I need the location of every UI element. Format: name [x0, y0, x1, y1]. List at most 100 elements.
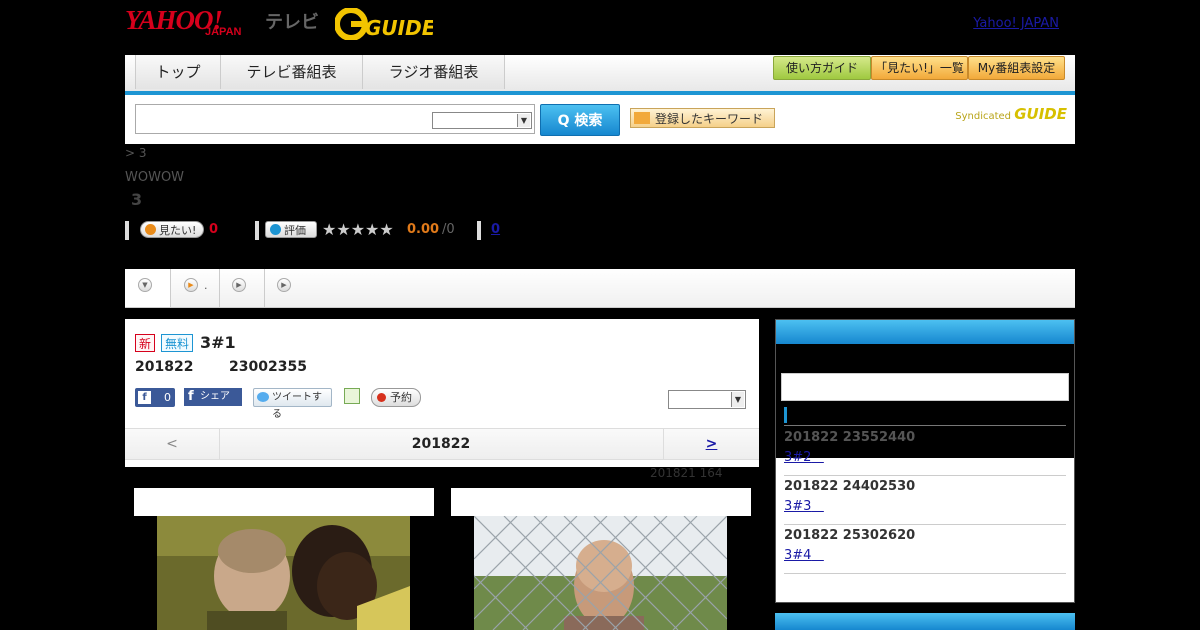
- syndicated-logo-text: GUIDE: [1014, 105, 1067, 123]
- tab-reviews[interactable]: ▶: [220, 269, 265, 307]
- facebook-icon: f: [188, 389, 194, 404]
- play-icon: ▶: [232, 278, 246, 292]
- section-marker: [784, 407, 787, 423]
- channel-name: WOWOW: [125, 170, 185, 185]
- chevron-down-icon: ▼: [731, 392, 744, 407]
- divider: [784, 425, 1066, 426]
- plus-icon: [145, 224, 156, 235]
- tab-separator-dot: .: [204, 279, 208, 292]
- reserve-label: 予約: [390, 391, 412, 404]
- rating-stars: ★★★★★: [322, 220, 394, 239]
- date-pager: < 201822 >: [125, 428, 759, 460]
- chevron-down-icon: ▼: [517, 114, 530, 127]
- global-nav: トップ テレビ番組表 ラジオ番組表 使い方ガイド 「見たい!」一覧 My番組表設…: [125, 55, 1075, 95]
- divider: [784, 524, 1066, 525]
- reserve-button[interactable]: 予約: [371, 388, 421, 407]
- breadcrumb[interactable]: > 3: [125, 146, 147, 160]
- keyword-icon: [634, 112, 650, 124]
- list-item-date: 201822 25302620: [784, 528, 916, 543]
- rate-button-label: 評価: [284, 224, 306, 237]
- search-category-select[interactable]: ▼: [432, 112, 532, 129]
- want-count: 0: [209, 222, 219, 237]
- list-item-link-text: 3#3: [784, 499, 812, 514]
- new-badge: 新: [135, 334, 156, 352]
- divider: [125, 221, 129, 240]
- rating-count: /0: [442, 222, 455, 237]
- divider: [784, 573, 1066, 574]
- episode-title: 3#1: [200, 333, 236, 352]
- list-item-link-text: 3#2: [784, 450, 812, 465]
- play-icon: ▶: [277, 278, 291, 292]
- page-container: YAHOO! JAPAN テレビ GUIDE Yahoo! JAPAN トップ …: [125, 0, 1075, 630]
- tv-logo-text: テレビ: [265, 12, 319, 33]
- want-list-button[interactable]: 「見たい!」一覧: [871, 56, 968, 80]
- record-icon: [377, 393, 386, 402]
- program-actions: 見たい! 0 評価 ★★★★★ 0.00 /0 0: [125, 221, 575, 241]
- guide-button[interactable]: 使い方ガイド: [773, 56, 871, 80]
- content-tabs: ▼ ▶. ▶ ▶: [125, 269, 1075, 308]
- list-item-link[interactable]: 3#2: [784, 450, 1066, 465]
- search-bar: ▼ Q 検索 登録したキーワード Syndicated GUIDE: [125, 95, 1075, 144]
- g-guide-logo-mark: GUIDE: [334, 7, 436, 41]
- tweet-label: ツイートする: [272, 392, 322, 420]
- episode-select[interactable]: ▼: [668, 390, 746, 409]
- list-item-date: 201822 24402530: [784, 479, 916, 494]
- gift-icon[interactable]: [344, 388, 360, 404]
- play-icon: ▶: [184, 278, 198, 292]
- sidebar-header-next: [775, 613, 1075, 630]
- comment-count-link[interactable]: 0: [491, 222, 500, 237]
- my-schedule-settings-button[interactable]: My番組表設定: [968, 56, 1065, 80]
- list-item: 201822 25302620 3#4: [784, 528, 1066, 563]
- episode-panel: 新 無料 3#1 201822 23002355 f0 f シェア ツイートする …: [125, 319, 759, 467]
- g-guide-logo[interactable]: GUIDE: [334, 7, 436, 41]
- registered-keywords-button[interactable]: 登録したキーワード: [630, 108, 775, 128]
- pager-next-button[interactable]: >: [663, 429, 759, 459]
- page-title: 3: [131, 190, 143, 209]
- want-button[interactable]: 見たい!: [140, 221, 204, 238]
- sidebar-panel: 201822 23552440 3#2 201822 24402530 3#3 …: [775, 319, 1075, 603]
- episode-photo: [157, 516, 410, 630]
- episode-date: 201822: [135, 359, 194, 375]
- facebook-icon: f: [138, 391, 151, 404]
- episode-image-card[interactable]: [451, 488, 751, 630]
- facebook-share-label: シェア: [200, 391, 230, 402]
- divider: [784, 475, 1066, 476]
- list-item-link-text: 3#4: [784, 548, 812, 563]
- divider: [477, 221, 481, 240]
- nav-tab-radio-schedule[interactable]: ラジオ番組表: [362, 55, 505, 89]
- nav-tab-top[interactable]: トップ: [135, 55, 221, 89]
- yahoo-japan-text: JAPAN: [205, 26, 242, 38]
- list-item-link[interactable]: 3#4: [784, 548, 1066, 563]
- free-badge: 無料: [161, 334, 194, 352]
- plus-icon: [270, 224, 281, 235]
- rating-value: 0.00: [407, 222, 440, 237]
- card-header: [451, 488, 751, 516]
- want-button-label: 見たい!: [159, 224, 197, 237]
- syndicated-label: Syndicated: [955, 111, 1012, 122]
- search-button[interactable]: Q 検索: [540, 104, 620, 136]
- episode-photo: [474, 516, 727, 630]
- card-header: [134, 488, 434, 516]
- list-item-date: 201822 23552440: [784, 430, 916, 445]
- tab-related[interactable]: ▶: [265, 269, 309, 307]
- chevron-down-icon: ▼: [138, 278, 152, 292]
- nav-tab-tv-schedule[interactable]: テレビ番組表: [220, 55, 363, 89]
- rate-button[interactable]: 評価: [265, 221, 317, 238]
- syndicated-g-guide-logo: Syndicated GUIDE: [955, 105, 1067, 123]
- tweet-button[interactable]: ツイートする: [253, 388, 332, 420]
- list-item-link[interactable]: 3#3: [784, 499, 1066, 514]
- episode-image-card[interactable]: [134, 488, 434, 630]
- facebook-like-button[interactable]: f0: [135, 388, 175, 407]
- list-item: 201822 24402530 3#3: [784, 479, 1066, 514]
- facebook-share-button[interactable]: f シェア: [184, 388, 242, 406]
- sidebar-field: [781, 373, 1069, 401]
- sidebar-header: [776, 320, 1074, 344]
- twitter-bird-icon: [257, 392, 269, 402]
- yahoo-japan-link[interactable]: Yahoo! JAPAN: [973, 16, 1059, 31]
- tab-episodes[interactable]: ▶.: [171, 269, 220, 307]
- tab-program-info[interactable]: ▼: [125, 269, 171, 307]
- list-item: 201822 23552440 3#2: [784, 430, 1066, 465]
- episode-time: 23002355: [229, 359, 307, 375]
- pager-prev-button[interactable]: <: [125, 429, 220, 459]
- g-guide-logo-text: GUIDE: [365, 16, 433, 40]
